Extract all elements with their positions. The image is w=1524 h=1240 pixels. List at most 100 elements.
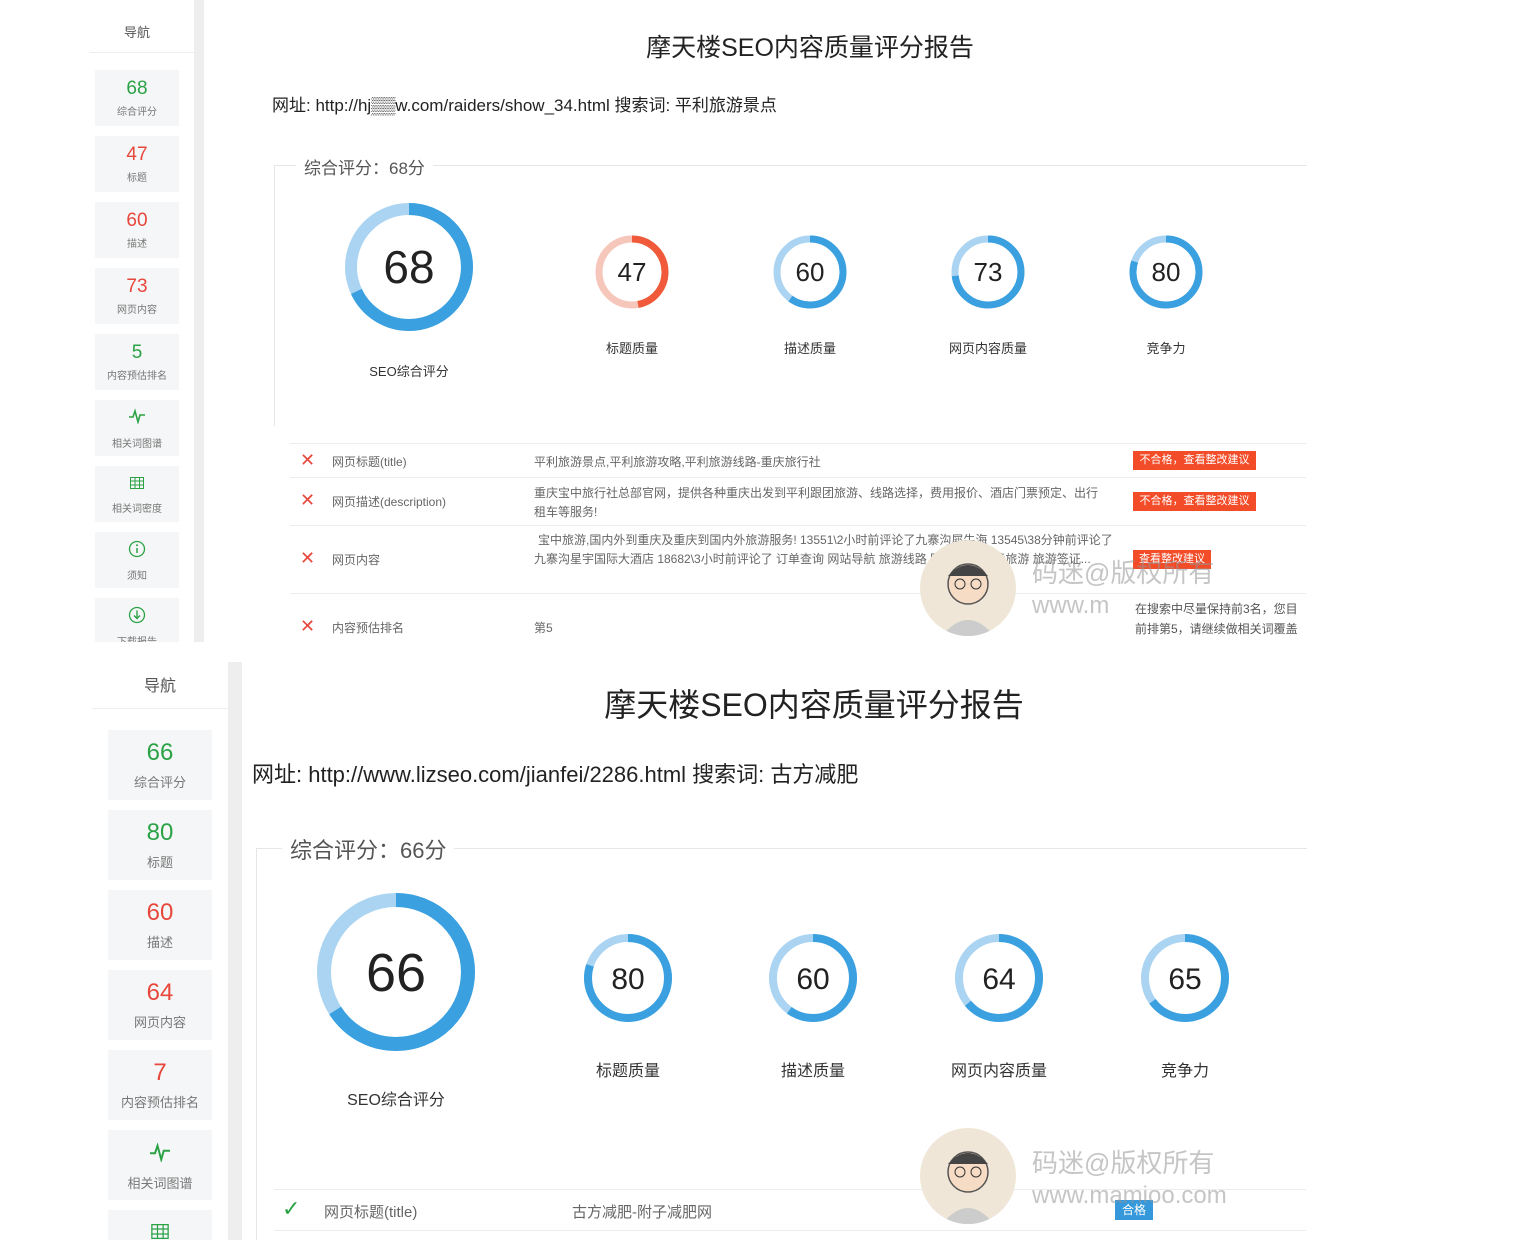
- nav-item-description[interactable]: 60 描述: [95, 202, 179, 258]
- nav-label: 标题: [127, 173, 147, 184]
- nav-item-related-density[interactable]: [108, 1210, 212, 1240]
- gauge-value: 80: [1152, 257, 1181, 287]
- gauge-label: SEO综合评分: [369, 364, 449, 379]
- gauge-value: 80: [611, 963, 644, 996]
- gauge-label: 描述质量: [783, 341, 836, 356]
- fail-advice-badge[interactable]: 不合格，查看整改建议: [1133, 492, 1256, 511]
- nav-item-page-content[interactable]: 64 网页内容: [108, 970, 212, 1040]
- gauge-ring: 80: [584, 934, 672, 1022]
- result-row-description: ✕ 网页描述(description) 重庆宝中旅行社总部官网，提供各种重庆出发…: [290, 477, 1306, 526]
- gauge-label: 描述质量: [780, 1063, 845, 1080]
- gauge-ring: 73: [951, 235, 1025, 309]
- gauge-ring: 64: [955, 934, 1043, 1022]
- overall-score-legend: 综合评分：66分: [282, 833, 455, 865]
- nav-label: 标题: [146, 855, 173, 870]
- nav-value: 68: [126, 78, 148, 99]
- nav-value: 60: [126, 210, 148, 231]
- gauge-ring: 47: [595, 235, 669, 309]
- nav-value: 73: [126, 276, 148, 297]
- grid-icon: [95, 476, 179, 494]
- row-label: 网页描述(description): [332, 495, 447, 509]
- row-value: 平利旅游景点,平利旅游攻略,平利旅游线路-重庆旅行社: [534, 455, 821, 469]
- nav-title: 导航: [143, 678, 176, 695]
- gauge-value: 66: [366, 943, 426, 1003]
- gauge-ring: 66: [317, 893, 475, 1051]
- row-label: 网页标题(title): [324, 1204, 418, 1221]
- nav-item-rank[interactable]: 5 内容预估排名: [95, 334, 179, 390]
- description-quality-gauge: 60: [771, 233, 849, 311]
- competitiveness-gauge: 65: [1138, 931, 1232, 1025]
- result-row-title: ✕ 网页标题(title) 平利旅游景点,平利旅游攻略,平利旅游线路-重庆旅行社…: [290, 443, 1306, 478]
- nav-value: 66: [146, 739, 174, 766]
- watermark-url: www.m: [1032, 592, 1110, 619]
- nav-item-related-graph[interactable]: 相关词图谱: [108, 1130, 212, 1200]
- seo-overall-gauge: 66: [315, 891, 477, 1053]
- gauge-label: 竞争力: [1160, 1063, 1209, 1080]
- nav-item-page-content[interactable]: 73 网页内容: [95, 268, 179, 324]
- nav-label: 内容预估排名: [120, 1095, 199, 1110]
- report-title: 摩天楼SEO内容质量评分报告: [604, 687, 1024, 723]
- nav-title: 导航: [123, 25, 150, 40]
- nav-label: 相关词密度: [112, 504, 162, 515]
- nav-label: 相关词图谱: [112, 439, 162, 450]
- gauge-value: 47: [618, 257, 647, 287]
- nav-item-rank[interactable]: 7 内容预估排名: [108, 1050, 212, 1120]
- nav-item-download[interactable]: 下载报告: [95, 598, 179, 642]
- gauge-value: 60: [796, 963, 829, 996]
- fail-advice-badge[interactable]: 不合格，查看整改建议: [1133, 451, 1256, 470]
- nav-value: 5: [131, 342, 143, 363]
- download-circle-icon: [95, 606, 179, 629]
- description-quality-gauge: 60: [766, 931, 860, 1025]
- nav-item-title[interactable]: 47 标题: [95, 136, 179, 192]
- gauge-ring: 65: [1141, 934, 1229, 1022]
- nav-item-overall-score[interactable]: 68 综合评分: [95, 70, 179, 126]
- fail-x-icon: ✕: [300, 548, 316, 568]
- info-circle-icon: [95, 540, 179, 563]
- report-title: 摩天楼SEO内容质量评分报告: [646, 34, 974, 62]
- grid-icon: [108, 1224, 212, 1240]
- nav-label: 下载报告: [95, 633, 179, 642]
- nav-value: 7: [153, 1059, 167, 1086]
- sidebar-divider: [228, 662, 242, 1240]
- watermark-url: www.mamioo.com: [1032, 1182, 1227, 1209]
- nav-title-divider: [90, 52, 194, 53]
- nav-label: 综合评分: [133, 775, 186, 790]
- watermark-text: 码迷@版权所有: [1032, 1148, 1215, 1178]
- content-quality-gauge: 73: [949, 233, 1027, 311]
- gauge-label: 竞争力: [1146, 341, 1186, 356]
- nav-item-notice[interactable]: 须知: [95, 532, 179, 588]
- nav-label: 综合评分: [117, 107, 157, 118]
- nav-label: 网页内容: [117, 305, 157, 316]
- nav-title-divider: [92, 708, 228, 709]
- competitiveness-gauge: 80: [1127, 233, 1205, 311]
- watermark-text: 码迷@版权所有: [1032, 558, 1215, 588]
- fail-x-icon: ✕: [300, 616, 316, 636]
- gauge-value: 73: [974, 257, 1003, 287]
- url-search-line: 网址: http://hj▒▒w.com/raiders/show_34.htm…: [272, 96, 777, 115]
- gauge-value: 65: [1168, 963, 1201, 996]
- report-screenshot-top: 导航 68 综合评分 47 标题 60 描述 73 网页内容 5 内容预估排名 …: [0, 0, 1524, 642]
- url-search-line: 网址: http://www.lizseo.com/jianfei/2286.h…: [252, 762, 859, 787]
- gauge-label: 标题质量: [595, 1063, 660, 1080]
- row-label: 网页标题(title): [332, 455, 407, 469]
- nav-item-description[interactable]: 60 描述: [108, 890, 212, 960]
- gauge-label: 网页内容质量: [948, 341, 1027, 356]
- nav-label: 描述: [127, 239, 147, 250]
- fail-x-icon: ✕: [300, 490, 316, 510]
- nav-item-title[interactable]: 80 标题: [108, 810, 212, 880]
- gauge-ring: 68: [345, 203, 473, 331]
- gauge-value: 68: [383, 241, 434, 293]
- nav-item-related-density[interactable]: 相关词密度: [95, 466, 179, 522]
- title-quality-gauge: 47: [593, 233, 671, 311]
- sidebar-divider: [194, 0, 204, 642]
- overall-score-legend: 综合评分：68分: [296, 154, 433, 179]
- gauge-value: 60: [796, 257, 825, 287]
- row-value: 古方减肥-附子减肥网: [572, 1204, 712, 1221]
- row-label: 网页内容: [332, 553, 381, 567]
- nav-value: 64: [146, 979, 174, 1006]
- gauge-ring: 60: [769, 934, 857, 1022]
- nav-value: 80: [146, 819, 174, 846]
- result-row-rank: ✕ 内容预估排名 第5 在搜索中尽量保持前3名，您目前排第5，请继续做相关词覆盖: [290, 593, 1306, 642]
- nav-item-related-graph[interactable]: 相关词图谱: [95, 400, 179, 456]
- nav-item-overall-score[interactable]: 66 综合评分: [108, 730, 212, 800]
